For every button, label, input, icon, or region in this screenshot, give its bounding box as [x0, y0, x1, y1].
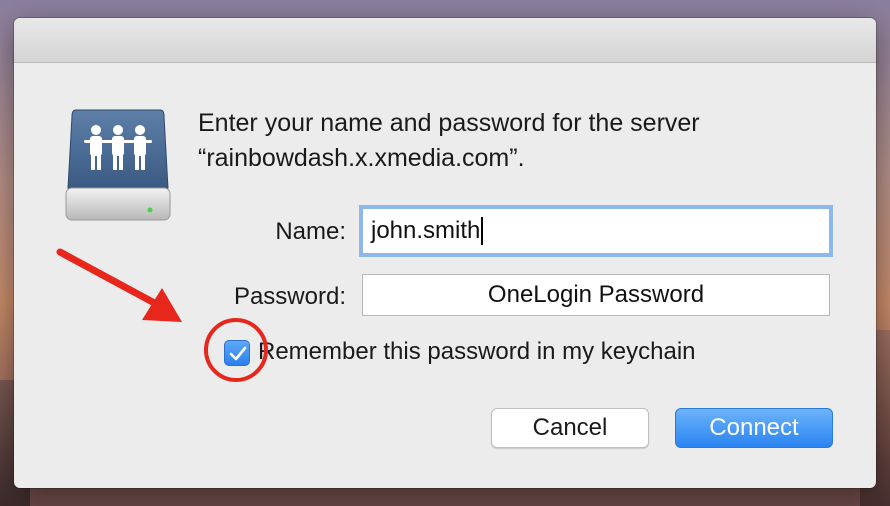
cancel-button[interactable]: Cancel	[491, 408, 649, 448]
name-label: Name:	[275, 218, 346, 245]
name-field-value: john.smith	[371, 217, 481, 244]
password-label: Password:	[233, 283, 346, 310]
red-circle-highlight	[204, 318, 268, 382]
remember-password-label[interactable]: Remember this password in my keychain	[258, 338, 696, 366]
shared-server-icon	[64, 106, 172, 224]
connect-button[interactable]: Connect	[675, 408, 833, 448]
text-caret	[481, 217, 484, 245]
password-field[interactable]: OneLogin Password	[362, 274, 830, 316]
red-arrow-icon	[56, 248, 182, 322]
dialog-message: Enter your name and password for the ser…	[198, 106, 838, 176]
message-line-2: “rainbowdash.x.xmedia.com”.	[198, 144, 525, 172]
message-line-1: Enter your name and password for the ser…	[198, 109, 700, 137]
password-field-value: OneLogin Password	[487, 281, 705, 308]
name-field[interactable]: john.smith	[359, 205, 833, 257]
dialog-titlebar	[14, 18, 876, 63]
